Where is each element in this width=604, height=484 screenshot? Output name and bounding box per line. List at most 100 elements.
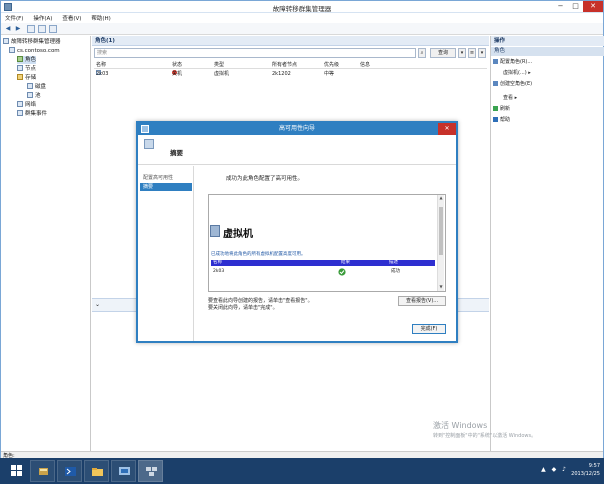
pool-icon — [27, 92, 33, 98]
finish-button[interactable]: 完成(F) — [412, 324, 446, 334]
storage-icon — [17, 74, 23, 80]
powershell-icon — [65, 467, 76, 476]
minimize-button[interactable]: − — [553, 1, 568, 12]
nodes-icon — [17, 65, 23, 71]
help-icon[interactable] — [49, 25, 57, 33]
high-availability-wizard: 高可用性向导 ✕ 摘要 配置高可用性 摘要 成功为此角色配置了高可用性。 虚拟机… — [136, 121, 458, 343]
wizard-title: 高可用性向导 — [278, 125, 315, 132]
scroll-down-icon[interactable]: ▼ — [438, 284, 444, 290]
col-info[interactable]: 信息 — [360, 61, 370, 69]
action-help[interactable]: 帮助 — [493, 116, 510, 125]
clock-time: 9:57 — [588, 463, 600, 469]
list-view-icon[interactable]: ≡ — [468, 48, 476, 58]
action-create-empty-role[interactable]: 创建空角色(E) — [493, 80, 532, 89]
console-tree-icon[interactable] — [27, 25, 35, 33]
wizard-steps: 配置高可用性 摘要 — [138, 166, 194, 341]
tree-item-events[interactable]: 群集事件 — [17, 110, 47, 118]
tree-item-networks[interactable]: 网络 — [17, 101, 36, 109]
taskbar-powershell[interactable] — [57, 460, 82, 482]
wizard-step-summary[interactable]: 摘要 — [140, 183, 192, 191]
maximize-button[interactable]: □ — [568, 1, 583, 12]
cluster-manager-icon — [146, 467, 157, 476]
scroll-up-icon[interactable]: ▲ — [438, 195, 444, 201]
menu-bar: 文件(F) 操作(A) 查看(V) 帮助(H) — [1, 13, 603, 23]
report-table: 名称 结果 描述 2k03 成功 — [211, 260, 435, 278]
cluster-icon — [9, 47, 15, 53]
scroll-thumb[interactable] — [439, 207, 443, 255]
hyperv-icon — [119, 467, 130, 475]
wizard-step-title: 摘要 — [170, 149, 183, 157]
properties-icon[interactable] — [38, 25, 46, 33]
menu-help[interactable]: 帮助(H) — [87, 13, 114, 23]
expand-icon[interactable]: ▾ — [478, 48, 486, 58]
menu-file[interactable]: 文件(F) — [1, 13, 27, 23]
wizard-close-button[interactable]: ✕ — [438, 123, 456, 135]
search-bar: 搜索 ⌕ 查询 ▾ ≡ ▾ — [94, 48, 487, 58]
title-bar: 故障转移群集管理器 − □ ✕ — [1, 1, 603, 13]
activation-watermark-text: 转到"控制面板"中的"系统"以激活 Windows。 — [433, 433, 537, 439]
wizard-header: 摘要 — [138, 135, 456, 165]
taskbar-failover-cluster[interactable] — [138, 460, 163, 482]
wizard-step-icon — [144, 139, 154, 149]
tree-root[interactable]: 故障转移群集管理器 — [3, 38, 61, 46]
query-button[interactable]: 查询 — [430, 48, 456, 58]
table-row[interactable]: 2k03 关机 虚拟机 2k1202 中等 — [94, 70, 487, 78]
cluster-manager-icon — [3, 38, 9, 44]
clock[interactable]: 9:57 2013/12/25 — [571, 462, 600, 478]
tree-item-storage[interactable]: 存储 — [17, 74, 36, 82]
windows-logo-icon — [11, 465, 22, 476]
network-icon — [17, 101, 23, 107]
forward-arrow-icon[interactable]: ▶ — [14, 25, 22, 33]
wizard-icon — [141, 125, 149, 133]
tree-cluster[interactable]: cs.contoso.com — [9, 47, 60, 55]
success-check-icon — [338, 268, 346, 276]
menu-action[interactable]: 操作(A) — [29, 13, 56, 23]
action-virtual-machines[interactable]: 虚拟机(...) ▸ — [503, 69, 531, 78]
close-button[interactable]: ✕ — [583, 1, 603, 12]
save-query-icon[interactable]: ▾ — [458, 48, 466, 58]
tree-item-pools[interactable]: 池 — [27, 92, 41, 100]
col-owner[interactable]: 所有者节点 — [272, 61, 297, 69]
events-icon — [17, 110, 23, 116]
menu-view[interactable]: 查看(V) — [58, 13, 85, 23]
tree-item-roles[interactable]: 角色 — [17, 56, 37, 64]
report-note: 已成功地将此角色的所有虚拟机配置高度可用。 — [211, 252, 306, 257]
chevron-down-icon[interactable]: ⌄ — [95, 301, 100, 308]
window-title: 故障转移群集管理器 — [272, 5, 332, 13]
taskbar-hyperv[interactable] — [111, 460, 136, 482]
col-type[interactable]: 类型 — [214, 61, 224, 69]
clock-date: 2013/12/25 — [571, 471, 600, 477]
report-title: 虚拟机 — [223, 229, 253, 240]
search-icon[interactable]: ⌕ — [418, 48, 426, 58]
action-refresh[interactable]: 刷新 — [493, 105, 510, 114]
disk-icon — [27, 83, 33, 89]
create-role-icon — [493, 80, 498, 86]
search-input[interactable]: 搜索 — [94, 48, 416, 58]
taskbar-explorer[interactable] — [84, 460, 109, 482]
system-tray-icons[interactable]: ▲ ◆ ♪ — [541, 466, 568, 473]
col-status[interactable]: 状态 — [172, 61, 182, 69]
folder-icon — [92, 468, 103, 476]
table-row: 2k03 成功 — [213, 268, 400, 276]
wizard-title-bar: 高可用性向导 ✕ — [138, 123, 456, 135]
col-name[interactable]: 名称 — [96, 61, 106, 69]
tree-item-disks[interactable]: 磁盘 — [27, 83, 46, 91]
roles-icon — [17, 56, 23, 62]
tree-item-nodes[interactable]: 节点 — [17, 65, 36, 73]
configure-role-icon — [493, 58, 498, 64]
action-configure-role[interactable]: 配置角色(R)... — [493, 58, 532, 67]
wizard-body: 成功为此角色配置了高可用性。 虚拟机 已成功地将此角色的所有虚拟机配置高度可用。… — [198, 166, 454, 341]
taskbar-server-manager[interactable] — [30, 460, 55, 482]
vm-report-icon — [210, 225, 220, 237]
taskbar: ▲ ◆ ♪ 9:57 2013/12/25 — [0, 458, 604, 484]
view-report-button[interactable]: 查看报告(V)... — [398, 296, 446, 306]
wizard-step-configure[interactable]: 配置高可用性 — [140, 174, 192, 182]
start-button[interactable] — [4, 460, 29, 482]
report-scrollbar[interactable]: ▲ ▼ — [437, 195, 444, 291]
activation-watermark-title: 激活 Windows — [433, 421, 488, 430]
back-arrow-icon[interactable]: ◀ — [4, 25, 12, 33]
action-view[interactable]: 查看 ▸ — [503, 94, 517, 103]
toolbar: ◀ ▶ — [1, 23, 603, 35]
success-message: 成功为此角色配置了高可用性。 — [226, 176, 304, 182]
col-priority[interactable]: 优先级 — [324, 61, 339, 69]
